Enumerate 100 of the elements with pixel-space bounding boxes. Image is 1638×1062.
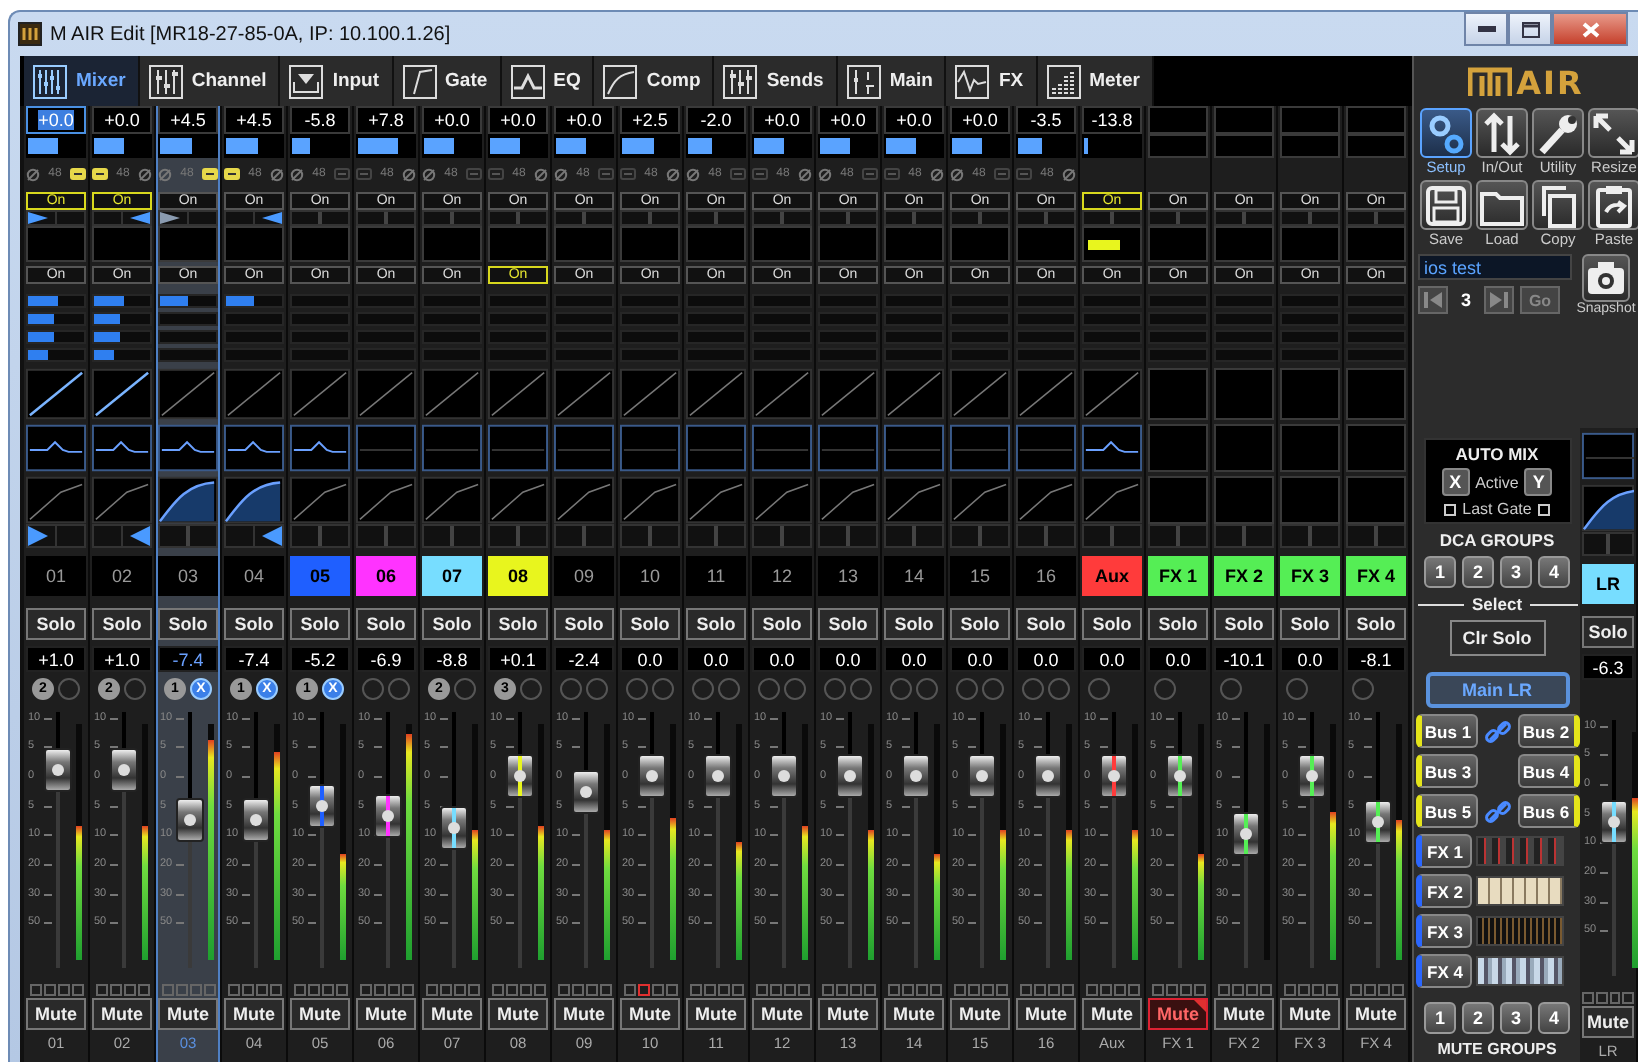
solo-button[interactable]: Solo — [620, 608, 680, 640]
pan-marker[interactable] — [28, 526, 48, 546]
solo-button[interactable]: Solo — [26, 608, 86, 640]
fader-handle[interactable] — [176, 797, 204, 842]
fader-handle[interactable] — [1600, 800, 1628, 845]
fader-handle[interactable] — [506, 754, 534, 798]
maximize-button[interactable] — [1508, 12, 1552, 46]
fx-button[interactable]: FX 2 — [1415, 874, 1471, 908]
solo-button[interactable]: Solo — [752, 608, 812, 640]
tab[interactable]: Sends — [714, 56, 838, 106]
dca-group-button[interactable]: 2 — [1462, 556, 1494, 588]
fx-button[interactable]: FX 3 — [1415, 914, 1471, 948]
mute-button[interactable]: Mute — [1280, 998, 1340, 1030]
auto-mix-y-button[interactable]: Y — [1524, 468, 1553, 496]
fader-handle[interactable] — [902, 754, 930, 798]
fader-handle[interactable] — [1100, 754, 1128, 798]
bus-button[interactable]: Bus 4 — [1517, 754, 1579, 788]
gain-field[interactable]: +2.5 — [620, 106, 680, 134]
solo-button[interactable]: Solo — [1016, 608, 1076, 640]
solo-button[interactable]: Solo — [1148, 608, 1208, 640]
pan-marker[interactable] — [160, 212, 180, 224]
solo-button[interactable]: Solo — [1214, 608, 1274, 640]
pan-marker[interactable] — [130, 212, 150, 224]
mute-button[interactable]: Mute — [422, 998, 482, 1030]
fader-handle[interactable] — [308, 784, 336, 829]
fader-handle[interactable] — [374, 794, 402, 839]
gain-field[interactable]: -2.0 — [686, 106, 746, 134]
fader-handle[interactable] — [1232, 812, 1260, 857]
mute-button[interactable]: Mute — [1082, 998, 1142, 1030]
fader-handle[interactable] — [44, 748, 72, 793]
mute-group-button[interactable]: 4 — [1538, 1002, 1570, 1034]
mute-group-button[interactable]: 3 — [1500, 1002, 1532, 1034]
fader-handle[interactable] — [572, 769, 600, 814]
gain-field[interactable]: +0.0 — [950, 106, 1010, 134]
mute-button[interactable]: Mute — [950, 998, 1010, 1030]
mute-button[interactable]: Mute — [620, 998, 680, 1030]
fx-button[interactable]: FX 1 — [1415, 834, 1471, 868]
mute-button[interactable]: Mute — [884, 998, 944, 1030]
next-button[interactable] — [1484, 286, 1514, 314]
mute-button[interactable]: Mute — [818, 998, 878, 1030]
fader-handle[interactable] — [704, 754, 732, 798]
checkbox[interactable] — [1537, 503, 1550, 515]
solo-button[interactable]: Solo — [1582, 616, 1634, 648]
fx-button[interactable]: FX 4 — [1415, 954, 1471, 988]
fader-handle[interactable] — [770, 754, 798, 798]
solo-button[interactable]: Solo — [1280, 608, 1340, 640]
solo-button[interactable]: Solo — [224, 608, 284, 640]
solo-button[interactable]: Solo — [488, 608, 548, 640]
tab[interactable]: Comp — [594, 56, 715, 106]
gain-field[interactable]: +0.0 — [422, 106, 482, 134]
gain-field[interactable]: +0.0 — [488, 106, 548, 134]
dca-group-button[interactable]: 1 — [1424, 556, 1456, 588]
tab[interactable]: FX — [946, 56, 1038, 106]
gain-field[interactable]: -13.8 — [1082, 106, 1142, 134]
mute-button[interactable]: Mute — [92, 998, 152, 1030]
mute-button[interactable]: Mute — [26, 998, 86, 1030]
solo-button[interactable]: Solo — [950, 608, 1010, 640]
gain-field[interactable]: -5.8 — [290, 106, 350, 134]
fader-handle[interactable] — [440, 805, 468, 850]
close-button[interactable] — [1552, 12, 1628, 46]
solo-button[interactable]: Solo — [1082, 608, 1142, 640]
main-lr-button[interactable]: Main LR — [1425, 672, 1569, 708]
gain-field[interactable]: +0.0 — [26, 106, 86, 134]
gain-field[interactable]: +0.0 — [554, 106, 614, 134]
fader-handle[interactable] — [638, 754, 666, 798]
mute-button[interactable]: Mute — [224, 998, 284, 1030]
gain-field[interactable]: -3.5 — [1016, 106, 1076, 134]
solo-button[interactable]: Solo — [356, 608, 416, 640]
solo-button[interactable]: Solo — [422, 608, 482, 640]
fader-handle[interactable] — [242, 797, 270, 842]
solo-button[interactable]: Solo — [686, 608, 746, 640]
fader-handle[interactable] — [1364, 800, 1392, 845]
mute-group-button[interactable]: 2 — [1462, 1002, 1494, 1034]
mute-button[interactable]: Mute — [686, 998, 746, 1030]
fader-handle[interactable] — [1166, 754, 1194, 798]
tab[interactable]: Mixer — [24, 56, 140, 106]
fader-handle[interactable] — [1034, 754, 1062, 798]
previous-button[interactable] — [1418, 286, 1448, 314]
gain-field[interactable]: +0.0 — [752, 106, 812, 134]
fader-handle[interactable] — [1298, 754, 1326, 798]
mute-button[interactable]: Mute — [752, 998, 812, 1030]
mute-button[interactable]: Mute — [158, 998, 218, 1030]
bus-button[interactable]: Bus 6 — [1517, 794, 1579, 828]
pan-marker[interactable] — [262, 212, 282, 224]
mute-button[interactable]: Mute — [356, 998, 416, 1030]
gain-field[interactable]: +4.5 — [224, 106, 284, 134]
mute-button[interactable]: Mute — [290, 998, 350, 1030]
minimize-button[interactable] — [1464, 12, 1508, 46]
solo-button[interactable]: Solo — [158, 608, 218, 640]
solo-button[interactable]: Solo — [1346, 608, 1406, 640]
bus-button[interactable]: Bus 3 — [1415, 754, 1477, 788]
tab[interactable]: Gate — [393, 56, 502, 106]
tab[interactable]: EQ — [501, 56, 595, 106]
gain-field[interactable]: +4.5 — [158, 106, 218, 134]
gain-field[interactable]: +0.0 — [92, 106, 152, 134]
fader-handle[interactable] — [968, 754, 996, 798]
bus-button[interactable]: Bus 5 — [1415, 794, 1477, 828]
dca-group-button[interactable]: 4 — [1538, 556, 1570, 588]
solo-button[interactable]: Solo — [290, 608, 350, 640]
dca-group-button[interactable]: 3 — [1500, 556, 1532, 588]
